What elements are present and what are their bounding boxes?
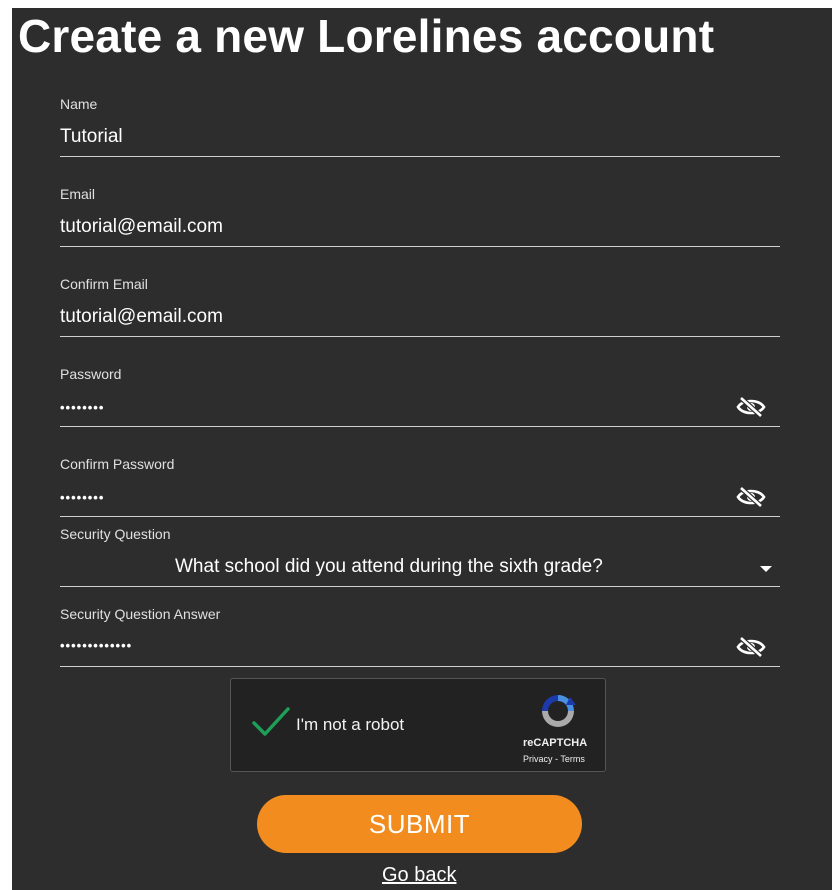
security-answer-input[interactable]: ••••••••••••• — [60, 638, 132, 653]
password-input[interactable]: •••••••• — [60, 400, 104, 415]
email-input[interactable]: tutorial@email.com — [60, 216, 223, 238]
name-field[interactable]: Name Tutorial — [60, 96, 780, 157]
confirm-email-input[interactable]: tutorial@email.com — [60, 306, 223, 328]
signup-panel: Create a new Lorelines account Name Tuto… — [12, 8, 832, 890]
password-field[interactable]: Password •••••••• — [60, 366, 780, 427]
security-question-label: Security Question — [60, 526, 171, 542]
recaptcha-privacy-terms-link[interactable]: Privacy - Terms — [523, 754, 585, 764]
security-question-field[interactable]: Security Question What school did you at… — [60, 526, 780, 587]
email-field[interactable]: Email tutorial@email.com — [60, 186, 780, 247]
name-label: Name — [60, 96, 98, 112]
security-answer-field[interactable]: Security Question Answer ••••••••••••• — [60, 606, 780, 667]
eye-slash-icon[interactable] — [736, 486, 766, 508]
page-title: Create a new Lorelines account — [18, 10, 715, 62]
confirm-email-field[interactable]: Confirm Email tutorial@email.com — [60, 276, 780, 337]
recaptcha-brand: reCAPTCHA — [523, 737, 588, 749]
checkmark-icon[interactable] — [251, 705, 291, 739]
password-label: Password — [60, 366, 122, 382]
security-question-select[interactable]: What school did you attend during the si… — [175, 556, 603, 578]
go-back-link[interactable]: Go back — [382, 864, 456, 887]
recaptcha-label: I'm not a robot — [296, 715, 405, 734]
confirm-password-label: Confirm Password — [60, 456, 175, 472]
recaptcha-logo-icon — [542, 695, 576, 727]
submit-button[interactable]: SUBMIT — [257, 795, 582, 853]
eye-slash-icon[interactable] — [736, 396, 766, 418]
confirm-password-field[interactable]: Confirm Password •••••••• — [60, 456, 780, 517]
eye-slash-icon[interactable] — [736, 636, 766, 658]
email-label: Email — [60, 186, 96, 202]
name-input[interactable]: Tutorial — [60, 126, 123, 148]
caret-down-icon[interactable] — [760, 566, 772, 572]
recaptcha-widget[interactable]: I'm not a robot reCAPTCHA Privacy - Term… — [230, 678, 606, 772]
confirm-email-label: Confirm Email — [60, 276, 148, 292]
confirm-password-input[interactable]: •••••••• — [60, 490, 104, 505]
security-answer-label: Security Question Answer — [60, 606, 221, 622]
